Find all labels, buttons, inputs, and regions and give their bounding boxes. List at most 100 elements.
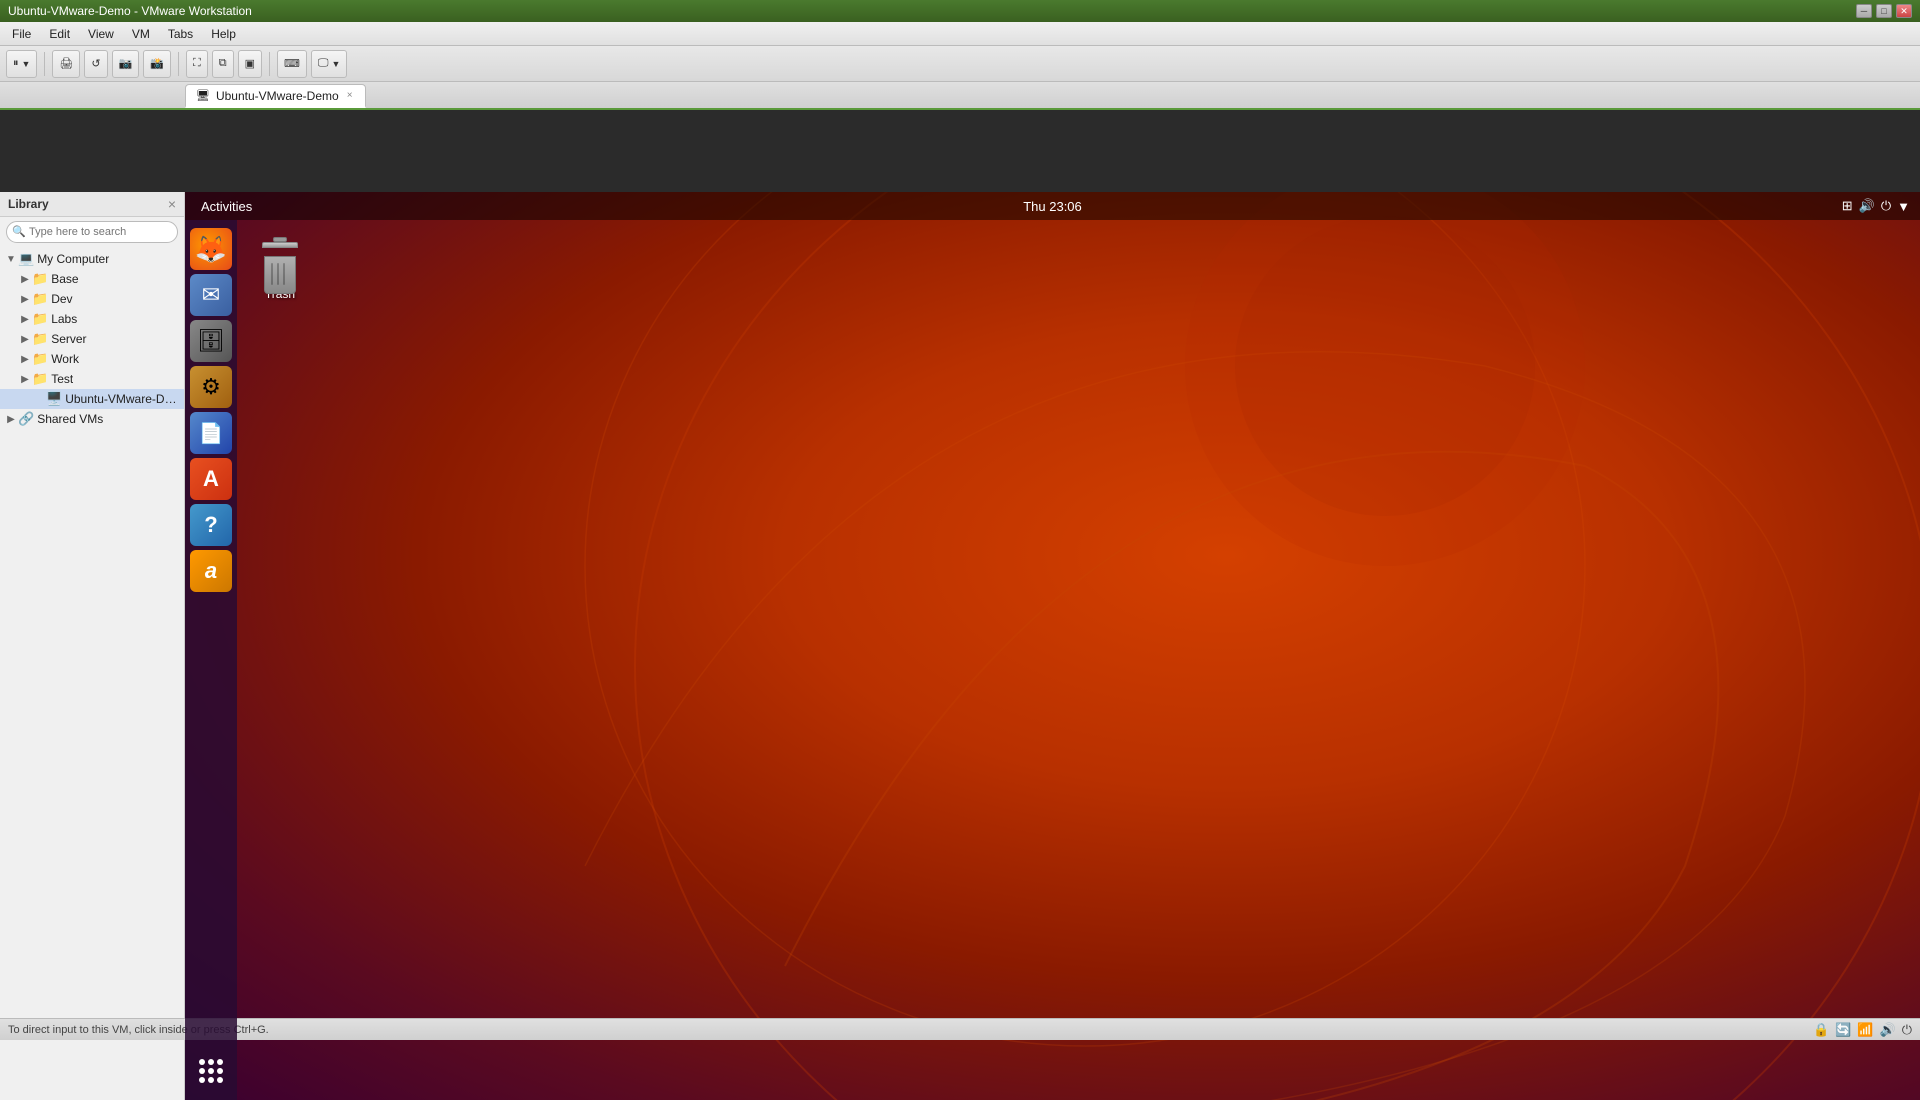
launcher-firefox[interactable]: 🦊 [190,228,232,270]
dot [199,1077,205,1083]
sidebar-search-container: 🔍 [6,221,178,243]
unity-button[interactable]: ⧉ [212,50,234,78]
snapshot2-button[interactable]: 📸 [143,50,171,78]
sidebar-item-label: My Computer [37,252,109,266]
expand-icon: ▶ [18,374,32,385]
launcher-amazon[interactable]: a [190,550,232,592]
volume-icon[interactable]: 🔊 [1859,198,1875,214]
ubuntu-top-panel: Activities Thu 23:06 ⊞ 🔊 ⏻ ▼ [185,192,1920,220]
amazon-icon: a [205,558,217,584]
power-menu-icon[interactable]: ⏻ [1881,198,1891,214]
snapshot-button[interactable]: 📷 [112,50,140,78]
help-icon: ? [204,512,217,538]
vm-tab[interactable]: 🖥 Ubuntu-VMware-Demo × [185,84,366,108]
expand-icon: ▶ [4,414,18,425]
trash-lines [271,263,285,285]
vm-icon: ▣ [245,57,255,70]
snapshot-icon: 📷 [119,57,133,70]
folder-icon: 📁 [32,291,48,307]
apps-grid-icon [199,1059,223,1083]
sidebar-item-shared-vms[interactable]: ▶ 🔗 Shared VMs [0,409,184,429]
sidebar-item-ubuntu-vm[interactable]: 🖥️ Ubuntu-VMware-Demo [0,389,184,409]
ubuntu-desktop[interactable]: Activities Thu 23:06 ⊞ 🔊 ⏻ ▼ 🦊 ✉ [185,192,1920,1100]
power-icon: ⏸ [13,57,19,70]
sidebar-item-test[interactable]: ▶ 📁 Test [0,369,184,389]
writer-icon: 📄 [199,421,224,446]
sidebar-item-server[interactable]: ▶ 📁 Server [0,329,184,349]
sidebar-item-base[interactable]: ▶ 📁 Base [0,269,184,289]
tabbar: 🖥 Ubuntu-VMware-Demo × [0,82,1920,110]
sidebar-item-labs[interactable]: ▶ 📁 Labs [0,309,184,329]
sidebar-item-label: Work [51,352,79,366]
dot [199,1068,205,1074]
dot [217,1059,223,1065]
sidebar-header: Library × [0,192,184,217]
fullscreen-button[interactable]: ⛶ [186,50,208,78]
launcher-appstore[interactable]: A [190,458,232,500]
menu-item-edit[interactable]: Edit [41,25,78,43]
sidebar-item-label: Labs [51,312,77,326]
dot [208,1068,214,1074]
restore-button[interactable]: □ [1876,4,1892,18]
trash-body [264,256,296,294]
trash-desktop-icon[interactable]: Trash [245,232,315,305]
menu-item-tabs[interactable]: Tabs [160,25,201,43]
sidebar-item-dev[interactable]: ▶ 📁 Dev [0,289,184,309]
sidebar: Library × 🔍 ▼ 💻 My Computer ▶ 📁 Base [0,192,185,1100]
minimize-button[interactable]: ─ [1856,4,1872,18]
vm-icon: 🖥️ [46,391,62,407]
launcher-writer[interactable]: 📄 [190,412,232,454]
menu-item-help[interactable]: Help [203,25,244,43]
tab-close-button[interactable]: × [345,90,355,101]
revert-button[interactable]: ↺ [84,50,107,78]
vm-button[interactable]: ▣ [238,50,262,78]
launcher-apps-button[interactable] [190,1050,232,1092]
launcher-help[interactable]: ? [190,504,232,546]
menu-item-vm[interactable]: VM [124,25,158,43]
panel-clock: Thu 23:06 [1023,199,1082,214]
tab-label: Ubuntu-VMware-Demo [216,89,339,103]
expand-icon: ▶ [18,274,32,285]
power-button[interactable]: ⏸ ▼ [6,50,37,78]
fullscreen-icon: ⛶ [193,57,201,70]
display-button[interactable]: 🖵 ▼ [311,50,348,78]
network-status-icon: 📶 [1857,1022,1873,1038]
dot [199,1059,205,1065]
toolbar: ⏸ ▼ 🖨 ↺ 📷 📸 ⛶ ⧉ ▣ ⌨ 🖵 ▼ [0,46,1920,82]
launcher-settings[interactable]: ⚙ [190,366,232,408]
vm-display-area[interactable]: Activities Thu 23:06 ⊞ 🔊 ⏻ ▼ 🦊 ✉ [185,192,1920,1100]
sidebar-item-label: Dev [51,292,72,306]
launcher-files[interactable]: 🗄 [190,320,232,362]
shared-icon: 🔗 [18,411,34,427]
search-input[interactable] [6,221,178,243]
refresh-icon: 🔄 [1835,1022,1851,1038]
menu-item-view[interactable]: View [80,25,122,43]
launcher-mail[interactable]: ✉ [190,274,232,316]
panel-chevron[interactable]: ▼ [1897,199,1910,214]
mail-icon: ✉ [202,282,220,308]
expand-icon: ▶ [18,294,32,305]
sidebar-item-label: Base [51,272,78,286]
sidebar-item-work[interactable]: ▶ 📁 Work [0,349,184,369]
network-icon[interactable]: ⊞ [1842,198,1853,214]
toolbar-sep-3 [269,52,270,76]
statusbar: To direct input to this VM, click inside… [0,1018,1920,1040]
expand-icon: ▶ [18,354,32,365]
trash-graphic [261,237,299,283]
sidebar-item-my-computer[interactable]: ▼ 💻 My Computer [0,249,184,269]
folder-icon: 📁 [32,331,48,347]
sidebar-close-button[interactable]: × [168,196,176,212]
toolbar-sep-2 [178,52,179,76]
trash-line [277,263,279,285]
print-button[interactable]: 🖨 [52,50,80,78]
send-input-button[interactable]: ⌨ [277,50,307,78]
close-button[interactable]: ✕ [1896,4,1912,18]
sidebar-title: Library [8,197,49,211]
menu-item-file[interactable]: File [4,25,39,43]
titlebar-controls: ─ □ ✕ [1856,4,1912,18]
dot [217,1077,223,1083]
send-icon: ⌨ [284,57,300,70]
firefox-icon: 🦊 [195,234,227,265]
settings-icon: ⚙ [201,374,221,400]
activities-button[interactable]: Activities [195,197,258,216]
